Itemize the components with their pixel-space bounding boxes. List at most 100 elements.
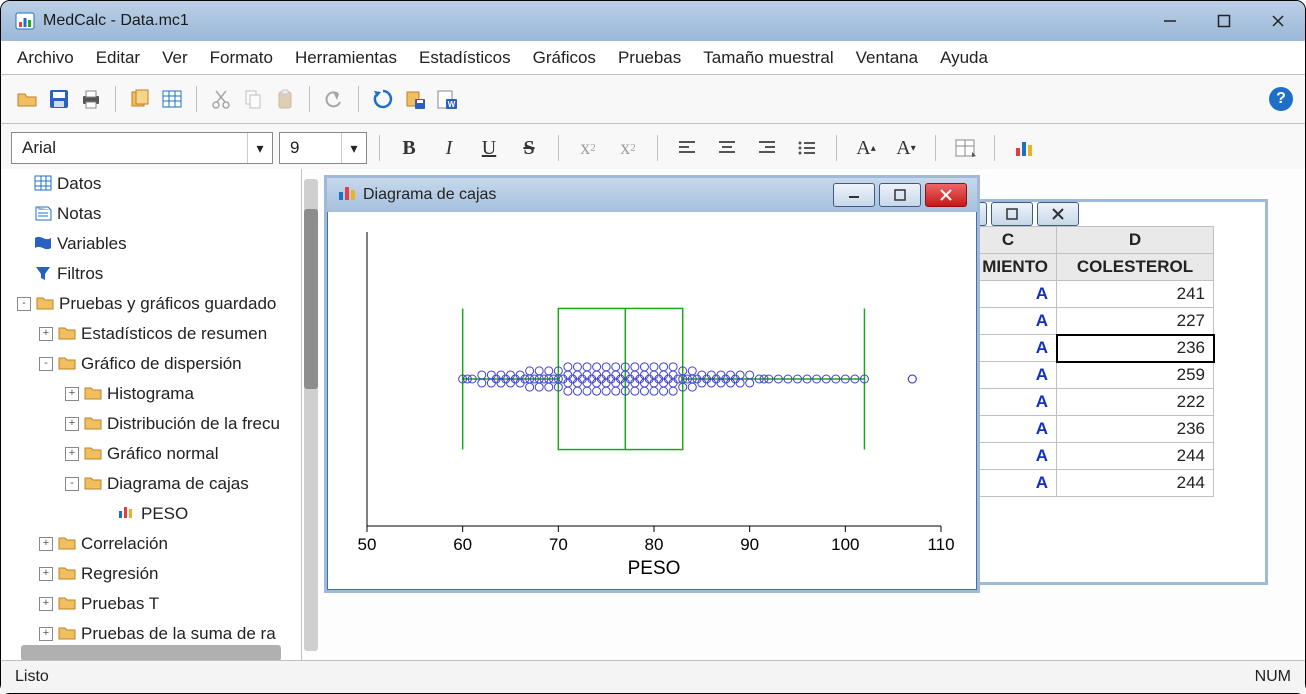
expand-toggle[interactable]: +	[65, 447, 79, 461]
align-left-button[interactable]	[670, 133, 704, 163]
tree-item[interactable]: -Gráfico de dispersión	[1, 351, 301, 377]
status-bar: Listo NUM	[1, 660, 1305, 693]
subscript-button[interactable]: x2	[571, 133, 605, 163]
expand-toggle[interactable]: +	[39, 597, 53, 611]
superscript-button[interactable]: x2	[611, 133, 645, 163]
italic-button[interactable]: I	[432, 133, 466, 163]
menu-editar[interactable]: Editar	[96, 48, 140, 68]
chevron-down-icon[interactable]: ▾	[341, 133, 366, 163]
copy-icon[interactable]	[239, 85, 267, 113]
tree-item-label: Diagrama de cajas	[107, 474, 249, 494]
expand-toggle[interactable]: +	[39, 627, 53, 641]
grid-cell[interactable]: 236	[1057, 335, 1214, 362]
menu-ventana[interactable]: Ventana	[856, 48, 918, 68]
table-button[interactable]	[948, 133, 982, 163]
undo-icon[interactable]	[320, 85, 348, 113]
grid-icon[interactable]	[158, 85, 186, 113]
tree-item[interactable]: +Pruebas T	[1, 591, 301, 617]
close-button[interactable]	[1037, 202, 1079, 226]
menu-herramientas[interactable]: Herramientas	[295, 48, 397, 68]
maximize-button[interactable]	[879, 183, 921, 207]
menu-formato[interactable]: Formato	[210, 48, 273, 68]
menu-archivo[interactable]: Archivo	[17, 48, 74, 68]
tree-item[interactable]: +Distribución de la frecu	[1, 411, 301, 437]
minimize-button[interactable]	[1157, 8, 1183, 34]
paste-icon[interactable]	[271, 85, 299, 113]
grid-cell[interactable]: 259	[1057, 362, 1214, 389]
main-toolbar: W ?	[1, 75, 1305, 124]
navigation-tree[interactable]: Datos Notas Variables Filtros -Pruebas y grá…	[1, 169, 302, 661]
menu-estadísticos[interactable]: Estadísticos	[419, 48, 511, 68]
minimize-button[interactable]	[833, 183, 875, 207]
expand-toggle[interactable]: +	[65, 417, 79, 431]
grid-cell[interactable]: 244	[1057, 470, 1214, 497]
column-subheader[interactable]: COLESTEROL	[1057, 254, 1214, 281]
grid-icon	[33, 174, 53, 194]
tree-item[interactable]: +Pruebas de la suma de ra	[1, 621, 301, 647]
expand-toggle[interactable]: +	[39, 537, 53, 551]
save-data-icon[interactable]	[401, 85, 429, 113]
align-right-button[interactable]	[750, 133, 784, 163]
maximize-button[interactable]	[1211, 8, 1237, 34]
menu-gráficos[interactable]: Gráficos	[533, 48, 596, 68]
grid-cell[interactable]: 222	[1057, 389, 1214, 416]
tree-item[interactable]: Filtros	[1, 261, 301, 287]
chevron-down-icon[interactable]: ▾	[247, 133, 272, 163]
copy-sheet-icon[interactable]	[126, 85, 154, 113]
menu-pruebas[interactable]: Pruebas	[618, 48, 681, 68]
list-button[interactable]	[790, 133, 824, 163]
decrease-font-button[interactable]: A▾	[889, 133, 923, 163]
tree-item[interactable]: -Pruebas y gráficos guardado	[1, 291, 301, 317]
tree-item[interactable]: - Diagrama de cajas	[1, 471, 301, 497]
chart-button[interactable]	[1007, 133, 1041, 163]
strikethrough-button[interactable]: S	[512, 133, 546, 163]
tree-item[interactable]: Variables	[1, 231, 301, 257]
chart-window-titlebar[interactable]: Diagrama de cajas	[327, 178, 977, 212]
data-window-titlebar[interactable]	[945, 202, 1265, 226]
tree-item[interactable]: Notas	[1, 201, 301, 227]
help-button[interactable]: ?	[1269, 87, 1293, 111]
tree-item[interactable]: +Correlación	[1, 531, 301, 557]
refresh-icon[interactable]	[369, 85, 397, 113]
data-window[interactable]: CD MIENTOCOLESTEROL A241A227A236A259A222…	[942, 199, 1268, 585]
close-button[interactable]	[1265, 8, 1291, 34]
font-name-combo[interactable]: Arial ▾	[11, 132, 273, 164]
expand-toggle[interactable]: +	[39, 567, 53, 581]
expand-toggle[interactable]: -	[17, 297, 31, 311]
tree-item[interactable]: PESO	[1, 501, 301, 527]
underline-button[interactable]: U	[472, 133, 506, 163]
bold-button[interactable]: B	[392, 133, 426, 163]
grid-cell[interactable]: 241	[1057, 281, 1214, 308]
vertical-scrollbar[interactable]	[304, 179, 318, 651]
print-icon[interactable]	[77, 85, 105, 113]
tree-item[interactable]: +Gráfico normal	[1, 441, 301, 467]
grid-cell[interactable]: 227	[1057, 308, 1214, 335]
open-icon[interactable]	[13, 85, 41, 113]
tree-item[interactable]: Datos	[1, 171, 301, 197]
tree-item[interactable]: +Histograma	[1, 381, 301, 407]
cut-icon[interactable]	[207, 85, 235, 113]
save-icon[interactable]	[45, 85, 73, 113]
chart-window[interactable]: Diagrama de cajas 5060708090100110PESO	[324, 175, 980, 593]
grid-cell[interactable]: 244	[1057, 443, 1214, 470]
menu-tamaño muestral[interactable]: Tamaño muestral	[703, 48, 833, 68]
font-size-combo[interactable]: 9 ▾	[279, 132, 367, 164]
increase-font-button[interactable]: A▴	[849, 133, 883, 163]
expand-toggle[interactable]: -	[39, 357, 53, 371]
close-button[interactable]	[925, 183, 967, 207]
maximize-button[interactable]	[991, 202, 1033, 226]
align-center-button[interactable]	[710, 133, 744, 163]
export-word-icon[interactable]: W	[433, 85, 461, 113]
expand-toggle[interactable]: -	[65, 477, 79, 491]
expand-toggle[interactable]: +	[65, 387, 79, 401]
column-header[interactable]: D	[1057, 227, 1214, 254]
data-grid[interactable]: CD MIENTOCOLESTEROL A241A227A236A259A222…	[959, 226, 1214, 497]
menu-ayuda[interactable]: Ayuda	[940, 48, 988, 68]
horizontal-scrollbar[interactable]	[21, 645, 281, 661]
tree-item[interactable]: +Estadísticos de resumen	[1, 321, 301, 347]
menu-ver[interactable]: Ver	[162, 48, 188, 68]
expand-toggle	[17, 268, 29, 280]
expand-toggle[interactable]: +	[39, 327, 53, 341]
tree-item[interactable]: +Regresión	[1, 561, 301, 587]
grid-cell[interactable]: 236	[1057, 416, 1214, 443]
